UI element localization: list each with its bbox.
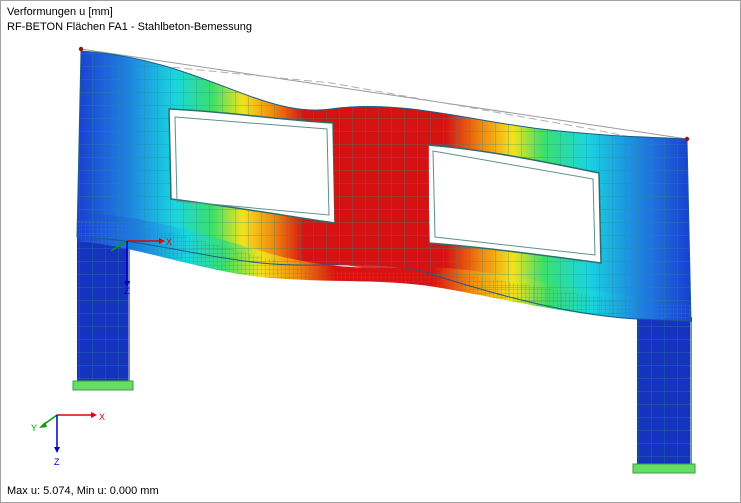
global-y-label: Y [31, 423, 37, 433]
model-viewport[interactable]: Verformungen u [mm] RF-BETON Flächen FA1… [0, 0, 741, 503]
global-z-label: Z [54, 457, 60, 467]
result-range-status: Max u: 5.074, Min u: 0.000 mm [7, 485, 159, 497]
right-column[interactable] [637, 317, 692, 466]
left-column[interactable] [77, 239, 130, 382]
support-left[interactable] [72, 380, 134, 391]
global-axis-triad: X Y Z [31, 412, 105, 467]
fe-model-drawing[interactable]: X Z X Y Z [1, 1, 740, 502]
local-z-label: Z [124, 286, 130, 296]
global-x-label: X [99, 412, 105, 422]
support-right[interactable] [632, 463, 696, 474]
local-x-label: X [166, 237, 172, 247]
node-top-left[interactable] [78, 46, 84, 52]
node-top-right[interactable] [684, 136, 690, 142]
